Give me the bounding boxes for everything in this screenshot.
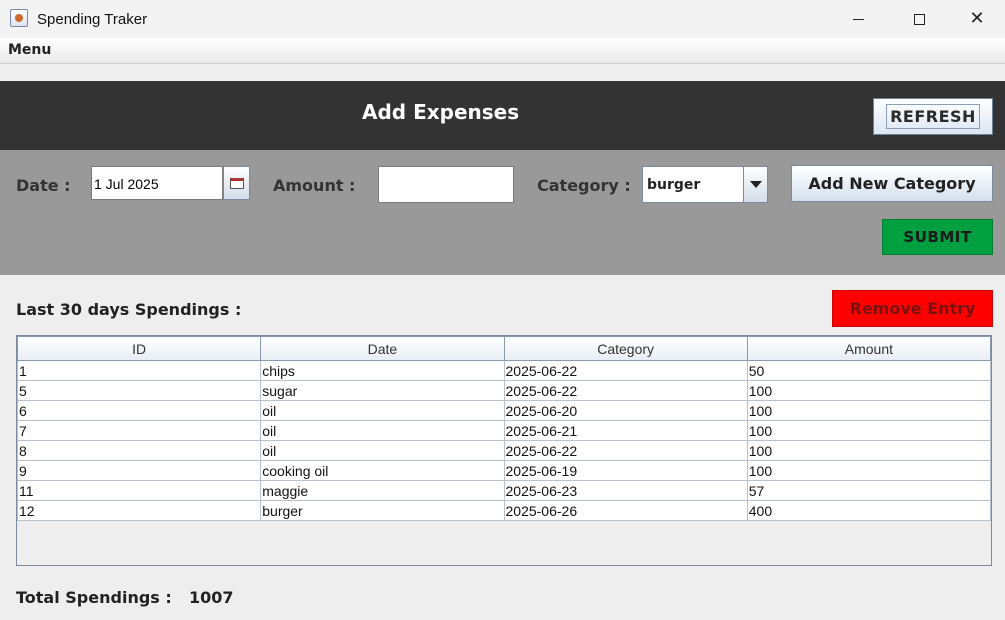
title-bar: Spending Traker ✕ [0, 0, 1005, 38]
cell-amount: 57 [746, 480, 992, 501]
amount-label: Amount : [273, 176, 356, 195]
cell-category: 2025-06-26 [503, 500, 748, 521]
column-header-id[interactable]: ID [16, 336, 262, 361]
cell-amount: 100 [746, 380, 992, 401]
table-row[interactable]: 9 cooking oil 2025-06-19 100 [16, 460, 992, 481]
window-title: Spending Traker [37, 11, 148, 28]
cell-amount: 100 [746, 420, 992, 441]
menu-item-menu[interactable]: Menu [8, 42, 51, 58]
add-new-category-button[interactable]: Add New Category [791, 165, 993, 202]
minimize-icon [852, 18, 864, 20]
cell-amount: 100 [746, 400, 992, 421]
maximize-icon [913, 13, 925, 25]
table-row[interactable]: 12 burger 2025-06-26 400 [16, 500, 992, 521]
cell-id: 11 [16, 480, 262, 501]
remove-entry-button[interactable]: Remove Entry [832, 290, 993, 327]
table-row[interactable]: 8 oil 2025-06-22 100 [16, 440, 992, 461]
cell-id: 9 [16, 460, 262, 481]
cell-category: 2025-06-19 [503, 460, 748, 481]
cell-category: 2025-06-20 [503, 400, 748, 421]
cell-date: sugar [260, 380, 505, 401]
total-spendings-label: Total Spendings : [16, 588, 172, 607]
expense-form: Date : 1 Jul 2025 Amount : Category : bu… [0, 150, 1005, 275]
header-band: Add Expenses REFRESH [0, 81, 1005, 150]
cell-id: 12 [16, 500, 262, 521]
date-field[interactable]: 1 Jul 2025 [91, 166, 223, 200]
submit-button[interactable]: SUBMIT [882, 219, 993, 255]
minimize-button[interactable] [829, 0, 887, 38]
close-icon: ✕ [969, 8, 985, 29]
spendings-table[interactable]: ID Date Category Amount 1 chips 2025-06-… [16, 335, 992, 566]
close-button[interactable]: ✕ [948, 0, 1005, 38]
cell-category: 2025-06-21 [503, 420, 748, 441]
cell-date: chips [260, 360, 505, 381]
cell-category: 2025-06-22 [503, 360, 748, 381]
category-selected-value: burger [647, 177, 701, 193]
category-select[interactable]: burger [642, 166, 768, 203]
cell-amount: 50 [746, 360, 992, 381]
cell-date: oil [260, 440, 505, 461]
column-header-date[interactable]: Date [260, 336, 505, 361]
table-row[interactable]: 6 oil 2025-06-20 100 [16, 400, 992, 421]
cell-id: 6 [16, 400, 262, 421]
cell-id: 8 [16, 440, 262, 461]
cell-date: oil [260, 400, 505, 421]
table-row[interactable]: 11 maggie 2025-06-23 57 [16, 480, 992, 501]
cell-date: oil [260, 420, 505, 441]
cell-date: burger [260, 500, 505, 521]
cell-amount: 100 [746, 440, 992, 461]
cell-date: maggie [260, 480, 505, 501]
column-header-category[interactable]: Category [503, 336, 748, 361]
cell-id: 5 [16, 380, 262, 401]
calendar-icon [229, 177, 244, 189]
cell-amount: 100 [746, 460, 992, 481]
date-picker-button[interactable] [223, 166, 250, 200]
menu-bar: Menu [0, 38, 1005, 64]
page-title: Add Expenses [362, 100, 520, 124]
table-row[interactable]: 5 sugar 2025-06-22 100 [16, 380, 992, 401]
column-header-amount[interactable]: Amount [746, 336, 992, 361]
table-row[interactable]: 7 oil 2025-06-21 100 [16, 420, 992, 441]
category-label: Category : [537, 176, 631, 195]
table-header-row: ID Date Category Amount [16, 336, 992, 361]
amount-field[interactable] [378, 166, 514, 203]
spendings-section-title: Last 30 days Spendings : [16, 300, 242, 319]
cell-id: 1 [16, 360, 262, 381]
cell-category: 2025-06-22 [503, 440, 748, 461]
table-row[interactable]: 1 chips 2025-06-22 50 [16, 360, 992, 381]
chevron-down-icon [749, 181, 762, 188]
cell-category: 2025-06-22 [503, 380, 748, 401]
total-spendings-value: 1007 [189, 588, 234, 607]
cell-id: 7 [16, 420, 262, 441]
java-app-icon [10, 9, 28, 27]
refresh-button-label: REFRESH [886, 104, 980, 129]
cell-category: 2025-06-23 [503, 480, 748, 501]
category-dropdown-button[interactable] [743, 167, 767, 202]
maximize-button[interactable] [890, 0, 948, 38]
cell-amount: 400 [746, 500, 992, 521]
date-label: Date : [16, 176, 71, 195]
cell-date: cooking oil [260, 460, 505, 481]
refresh-button[interactable]: REFRESH [873, 98, 993, 135]
